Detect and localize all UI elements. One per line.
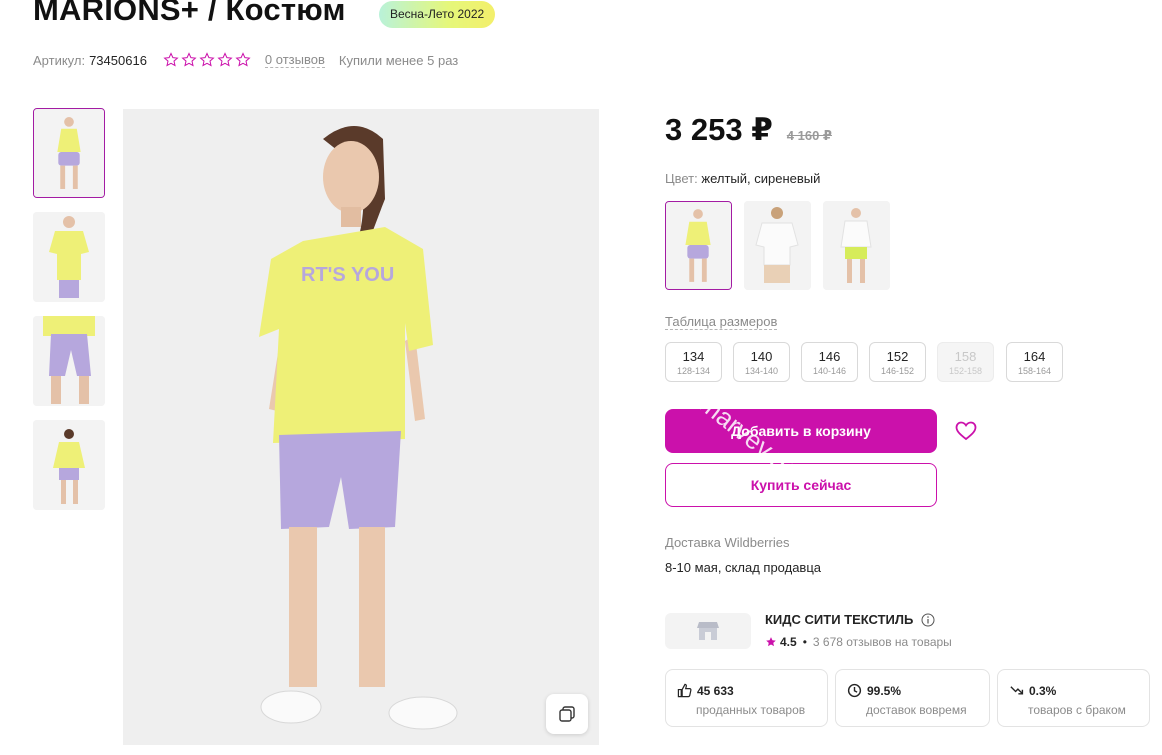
seller-rating-value: 4.5 bbox=[780, 635, 797, 649]
star-outline-icon bbox=[199, 52, 215, 67]
size-number: 158 bbox=[954, 349, 977, 364]
store-icon bbox=[697, 622, 719, 640]
size-range: 146-152 bbox=[880, 366, 915, 376]
size-option[interactable]: 140 134-140 bbox=[733, 342, 790, 382]
size-option[interactable]: 134 128-134 bbox=[665, 342, 722, 382]
size-range: 134-140 bbox=[744, 366, 779, 376]
size-number: 164 bbox=[1023, 349, 1046, 364]
heart-icon bbox=[955, 421, 977, 441]
size-option[interactable]: 164 158-164 bbox=[1006, 342, 1063, 382]
thumbnail-image bbox=[34, 109, 104, 197]
gallery-thumbnail[interactable] bbox=[33, 212, 105, 302]
thumbnail-image bbox=[33, 316, 105, 406]
zoom-photo-button[interactable] bbox=[546, 694, 588, 734]
swatch-image bbox=[823, 201, 890, 290]
size-number: 140 bbox=[750, 349, 773, 364]
delivery-date: 8-10 мая, склад продавца bbox=[665, 560, 822, 575]
size-range: 158-164 bbox=[1017, 366, 1052, 376]
current-price: 3 253 ₽ bbox=[665, 112, 773, 147]
color-value: желтый, сиреневый bbox=[701, 171, 821, 186]
reviews-link[interactable]: 0 отзывов bbox=[264, 52, 325, 68]
swatch-image bbox=[744, 201, 811, 290]
gallery-thumbnail[interactable] bbox=[33, 316, 105, 406]
swatch-image bbox=[666, 202, 731, 289]
trend-down-icon bbox=[1010, 686, 1024, 695]
star-outline-icon bbox=[235, 52, 251, 67]
star-outline-icon bbox=[181, 52, 197, 67]
seller-name-text: КИДС СИТИ ТЕКСТИЛЬ bbox=[765, 612, 914, 627]
stat-card-sold: 45 633 проданных товаров bbox=[665, 669, 828, 727]
stat-card-defect: 0.3% товаров с браком bbox=[997, 669, 1150, 727]
stat-value: 45 633 bbox=[697, 683, 734, 698]
product-meta-row: Артикул: 73450616 0 отзывов Купили менее… bbox=[33, 51, 458, 69]
gallery-thumbnail[interactable] bbox=[33, 108, 105, 198]
color-label: Цвет: желтый, сиреневый bbox=[665, 171, 820, 186]
delivery-label: Доставка Wildberries bbox=[665, 535, 790, 550]
copy-icon bbox=[559, 706, 575, 722]
seller-reviews: 3 678 отзывов на товары bbox=[812, 635, 952, 649]
favorite-button[interactable] bbox=[952, 417, 980, 445]
seller-name[interactable]: КИДС СИТИ ТЕКСТИЛЬ bbox=[765, 612, 935, 627]
size-number: 134 bbox=[682, 349, 705, 364]
size-range: 140-146 bbox=[812, 366, 847, 376]
old-price: 4 160 ₽ bbox=[786, 128, 832, 143]
season-badge: Весна-Лето 2022 bbox=[379, 1, 496, 28]
size-range: 128-134 bbox=[676, 366, 711, 376]
article-label: Артикул: bbox=[33, 52, 86, 68]
stat-card-ontime: 99.5% доставок вовремя bbox=[835, 669, 990, 727]
stat-label: товаров с браком bbox=[1028, 703, 1126, 717]
size-number: 146 bbox=[818, 349, 841, 364]
seller-rating: 4.5 • 3 678 отзывов на товары bbox=[765, 635, 952, 649]
thumbnail-image bbox=[33, 420, 105, 510]
main-product-photo[interactable]: RT'S YOU bbox=[123, 109, 599, 745]
clock-icon bbox=[847, 683, 862, 698]
star-outline-icon bbox=[217, 52, 233, 67]
info-icon[interactable] bbox=[921, 613, 935, 627]
product-title: MARIONS+ / Костюм bbox=[33, 0, 346, 27]
size-range: 152-158 bbox=[948, 366, 983, 376]
add-to-cart-button[interactable]: Добавить в корзину bbox=[665, 409, 937, 453]
article-value[interactable]: 73450616 bbox=[89, 53, 147, 68]
separator-dot: • bbox=[802, 635, 807, 649]
size-option[interactable]: 146 140-146 bbox=[801, 342, 858, 382]
stat-label: проданных товаров bbox=[696, 703, 806, 717]
svg-text:RT'S YOU: RT'S YOU bbox=[301, 264, 394, 286]
stat-value: 0.3% bbox=[1029, 683, 1057, 698]
seller-logo[interactable] bbox=[665, 613, 751, 649]
star-outline-icon bbox=[163, 52, 179, 67]
bought-count-text: Купили менее 5 раз bbox=[338, 52, 459, 68]
size-number: 152 bbox=[886, 349, 909, 364]
thumbs-up-icon bbox=[677, 683, 692, 698]
thumbnail-image bbox=[33, 212, 105, 302]
gallery-thumbnail[interactable] bbox=[33, 420, 105, 510]
color-swatch[interactable] bbox=[665, 201, 732, 290]
size-table-link[interactable]: Таблица размеров bbox=[665, 314, 778, 330]
color-swatch[interactable] bbox=[744, 201, 811, 290]
size-option[interactable]: 152 146-152 bbox=[869, 342, 926, 382]
size-option-unavailable: 158 152-158 bbox=[937, 342, 994, 382]
rating-stars bbox=[163, 52, 251, 68]
stat-value: 99.5% bbox=[867, 683, 902, 698]
product-photo-image: RT'S YOU bbox=[123, 109, 599, 745]
buy-now-button[interactable]: Купить сейчас bbox=[665, 463, 937, 507]
price-row: 3 253 ₽ 4 160 ₽ bbox=[665, 112, 832, 148]
color-swatch[interactable] bbox=[823, 201, 890, 290]
color-label-title: Цвет: bbox=[665, 171, 698, 186]
stat-label: доставок вовремя bbox=[866, 703, 967, 717]
star-filled-icon bbox=[766, 637, 776, 647]
